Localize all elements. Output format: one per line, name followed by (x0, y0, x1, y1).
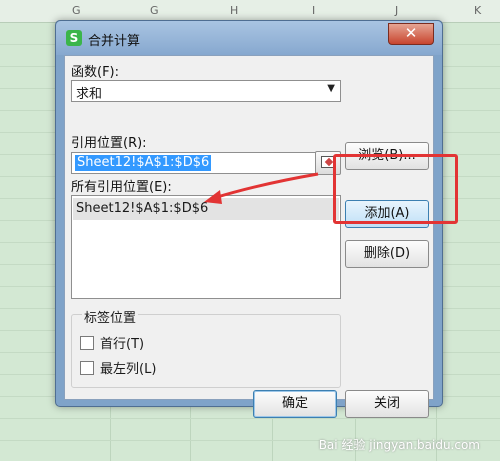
label-position-group: 标签位置 首行(T) 最左列(L) (71, 307, 341, 388)
delete-button[interactable]: 删除(D) (345, 240, 429, 268)
first-row-label: 首行(T) (100, 337, 145, 352)
column-letter[interactable]: J (395, 4, 398, 17)
annotation-arrow-icon (204, 172, 319, 204)
function-label: 函数(F): (71, 65, 120, 80)
wps-app-icon: S (66, 30, 82, 46)
label-position-title: 标签位置 (82, 307, 139, 326)
reference-input-value: Sheet12!$A$1:$D$6 (75, 155, 212, 171)
highlight-box (333, 154, 458, 224)
ok-button[interactable]: 确定 (253, 390, 337, 418)
reference-label: 引用位置(R): (71, 136, 147, 151)
column-letter[interactable]: G (150, 4, 159, 17)
function-select[interactable]: 求和 ▼ (71, 80, 341, 102)
grid-line (0, 418, 500, 419)
close-icon[interactable]: ✕ (388, 23, 434, 45)
dialog-body: 函数(F): 求和 ▼ 引用位置(R): Sheet12!$A$1:$D$6 所… (64, 55, 434, 418)
dialog-title: 合并计算 (88, 34, 141, 49)
column-letter[interactable]: I (312, 4, 315, 17)
first-row-checkbox[interactable] (80, 335, 94, 350)
watermark: Bai 经验 jingyan.baidu.com (318, 438, 480, 452)
dialog-titlebar[interactable]: S 合并计算 ✕ (56, 21, 442, 55)
column-letter[interactable]: G (72, 4, 81, 17)
left-column-option[interactable]: 最左列(L) (80, 358, 156, 377)
left-column-label: 最左列(L) (100, 362, 157, 377)
all-references-label: 所有引用位置(E): (71, 180, 172, 195)
chevron-down-icon[interactable]: ▼ (327, 83, 335, 94)
first-row-option[interactable]: 首行(T) (80, 333, 144, 352)
column-letter[interactable]: H (230, 4, 238, 17)
close-button[interactable]: 关闭 (345, 390, 429, 418)
function-select-value: 求和 (76, 87, 103, 102)
column-letter[interactable]: K (474, 4, 481, 17)
all-references-list[interactable]: Sheet12!$A$1:$D$6 (71, 195, 341, 299)
left-column-checkbox[interactable] (80, 360, 94, 375)
